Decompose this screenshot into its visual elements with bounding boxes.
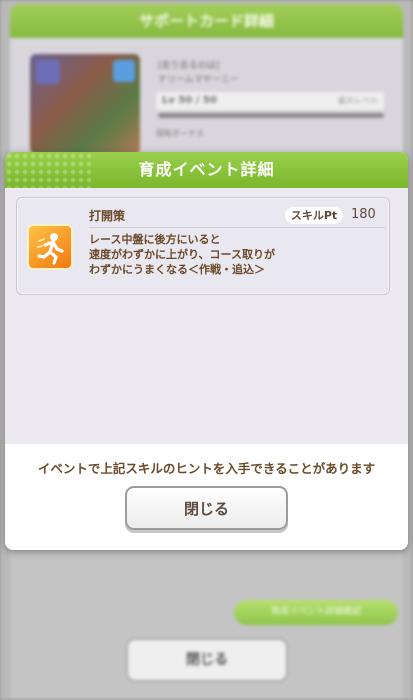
level-note: 最大レベル (338, 96, 378, 105)
skill-description-line: わずかにうまくなる＜作戦・追込＞ (89, 263, 265, 276)
card-name: ナリームマヤーニー (158, 75, 239, 85)
running-figure-icon (27, 224, 73, 270)
skill-pt-value: 180 (351, 207, 376, 222)
skill-name: 打開策 (89, 209, 126, 223)
background-header: サポートカード詳細 (10, 4, 403, 38)
skill-description: レース中盤に後方にいると 速度がわずかに上がり、コース取りが わずかにうまくなる… (89, 232, 379, 277)
skill-description-line: レース中盤に後方にいると (89, 233, 221, 246)
bonus-label: 固有ボーナス (156, 129, 204, 138)
event-detail-button[interactable]: 育成イベント詳細確認 (234, 600, 398, 625)
dialog-header: 育成イベント詳細 (5, 152, 408, 188)
hint-notice: イベントで上記スキルのヒントを入手できることがあります (37, 461, 376, 476)
skill-card[interactable]: 打開策 スキルPt 180 レース中盤に後方にいると 速度がわずかに上がり、コー… (16, 197, 390, 295)
level-bar: Lv 50 / 50 最大レベル (156, 92, 384, 110)
training-event-dialog: 育成イベント詳細 打開策 スキルPt 180 レース中盤に後方にいると 速度がわ… (5, 152, 408, 550)
card-attribute-badge-icon (113, 60, 135, 82)
dialog-title: 育成イベント詳細 (138, 160, 275, 179)
level-progress (158, 113, 384, 118)
skill-description-line: 速度がわずかに上がり、コース取りが (89, 248, 276, 261)
dialog-body: 打開策 スキルPt 180 レース中盤に後方にいると 速度がわずかに上がり、コー… (5, 188, 408, 444)
background-close-button[interactable]: 閉じる (126, 638, 288, 682)
skill-divider (89, 227, 385, 228)
close-button[interactable]: 閉じる (125, 486, 288, 530)
level-text: Lv 50 / 50 (162, 95, 217, 106)
skill-pt-label: スキルPt (285, 207, 343, 224)
card-type-badge-icon (36, 60, 60, 84)
card-subtitle: [走り去るのは] (158, 61, 220, 71)
